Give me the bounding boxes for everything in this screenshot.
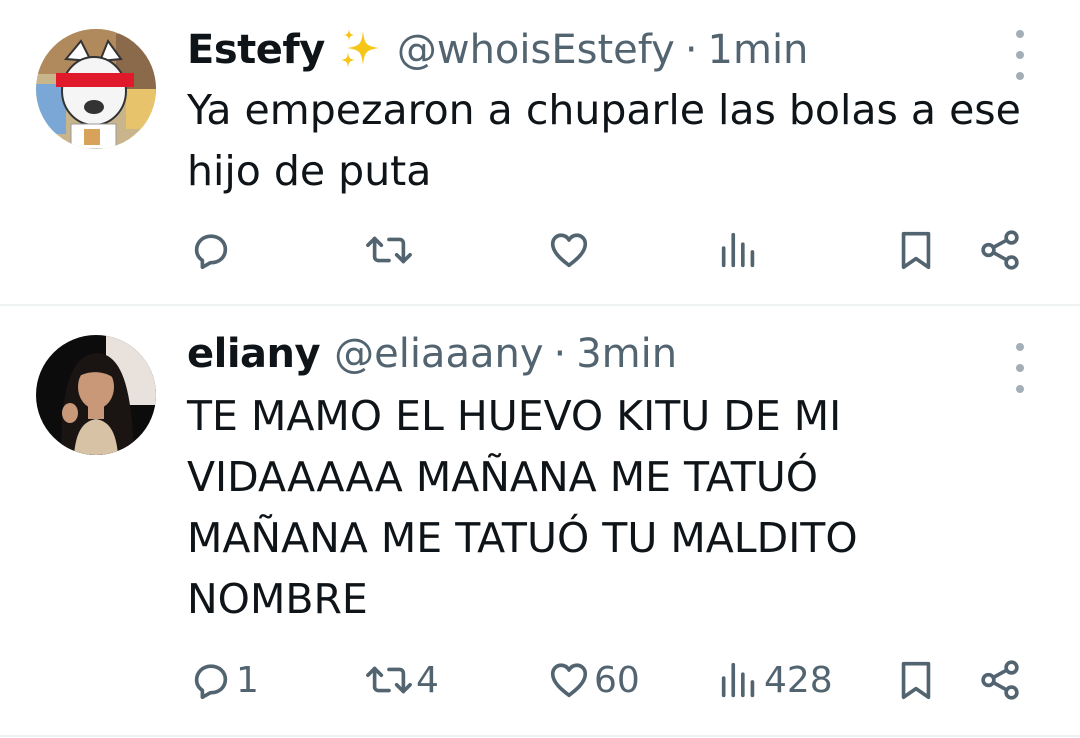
heart-icon [550, 233, 588, 268]
avatar[interactable] [36, 335, 156, 455]
handle[interactable]: @eliaaany [334, 331, 543, 377]
bookmark-icon [901, 231, 931, 270]
sparkles-icon [337, 27, 383, 73]
avatar-image [36, 335, 156, 455]
retweet-button[interactable] [364, 220, 416, 280]
views-count: 428 [764, 659, 833, 701]
timestamp[interactable]: 1min [708, 27, 809, 73]
retweet-icon [366, 666, 412, 694]
bookmark-icon [901, 661, 931, 700]
separator-dot: · [684, 27, 698, 73]
more-options-icon[interactable] [1008, 30, 1032, 80]
like-button[interactable]: 60 [546, 650, 640, 710]
separator-dot: · [553, 331, 567, 377]
reply-button[interactable]: 1 [188, 650, 259, 710]
bookmark-button[interactable] [893, 220, 939, 280]
tweet-actions [0, 220, 1080, 280]
tweet-header: Estefy @whoisEstefy · 1min [187, 22, 808, 78]
tweet-text: TE MAMO EL HUEVO KITU DE MI VIDAAAAA MAÑ… [187, 392, 858, 623]
like-count: 60 [594, 659, 640, 701]
reply-icon [194, 234, 228, 270]
reply-icon [194, 664, 228, 700]
views-button[interactable]: 428 [716, 650, 833, 710]
views-icon [721, 232, 755, 268]
retweet-count: 4 [416, 659, 439, 701]
tweet[interactable]: eliany @eliaaany · 3min TE MAMO EL HUEVO… [0, 306, 1080, 736]
avatar-image [36, 29, 156, 149]
avatar[interactable] [36, 29, 156, 149]
display-name[interactable]: eliany [187, 331, 321, 377]
share-button[interactable] [977, 650, 1023, 710]
retweet-icon [366, 236, 412, 264]
tweet[interactable]: Estefy @whoisEstefy · 1min Ya empezaron … [0, 0, 1080, 305]
reply-button[interactable] [188, 220, 236, 280]
share-icon [981, 230, 1019, 270]
tweet-divider [0, 735, 1080, 737]
share-icon [981, 660, 1019, 700]
tweet-header: eliany @eliaaany · 3min [187, 326, 677, 382]
timestamp[interactable]: 3min [576, 331, 677, 377]
reply-count: 1 [236, 659, 259, 701]
share-button[interactable] [977, 220, 1023, 280]
tweet-text: Ya empezaron a chuparle las bolas a ese … [187, 86, 1021, 195]
bookmark-button[interactable] [893, 650, 939, 710]
heart-icon [550, 663, 588, 698]
handle[interactable]: @whoisEstefy [397, 27, 675, 73]
tweet-actions: 1 4 60 428 [0, 650, 1080, 710]
views-icon [721, 662, 755, 698]
like-button[interactable] [546, 220, 594, 280]
display-name[interactable]: Estefy [187, 27, 325, 73]
retweet-button[interactable]: 4 [364, 650, 439, 710]
views-button[interactable] [716, 220, 764, 280]
